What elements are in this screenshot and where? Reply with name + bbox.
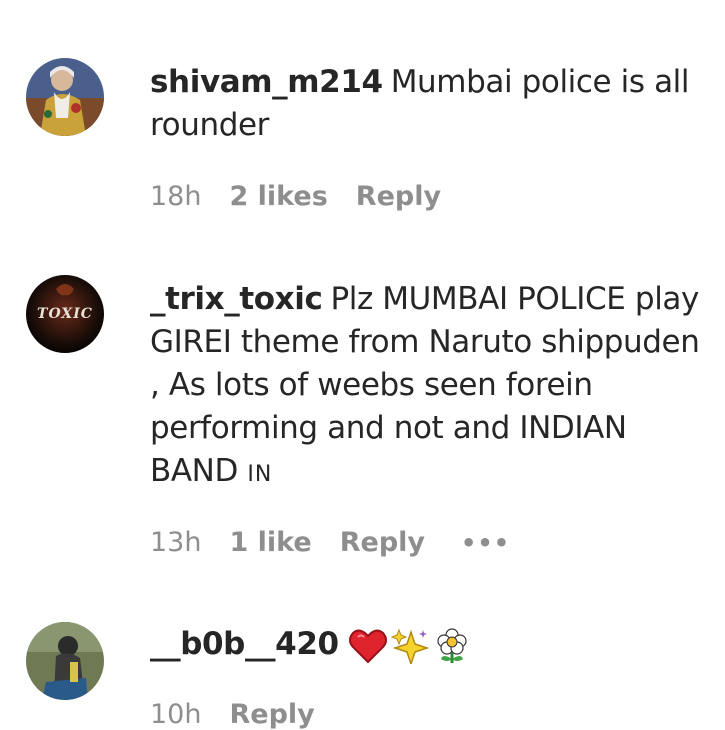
comment-body: __b0b__420 bbox=[150, 623, 710, 666]
comment-username[interactable]: _trix_toxic bbox=[150, 281, 323, 317]
comment-likes[interactable]: 1 like bbox=[229, 527, 311, 558]
avatar[interactable] bbox=[26, 622, 104, 700]
comment-body: shivam_m214 Mumbai police is all rounder bbox=[150, 61, 710, 147]
comment-meta: 10h Reply bbox=[150, 699, 315, 730]
avatar-image: TOXIC bbox=[26, 275, 104, 353]
comment-meta: 13h 1 like Reply ••• bbox=[150, 527, 510, 558]
reply-button[interactable]: Reply bbox=[229, 699, 314, 730]
avatar[interactable] bbox=[26, 58, 104, 136]
avatar-image bbox=[26, 58, 104, 136]
comment-emojis bbox=[348, 627, 471, 665]
avatar-image bbox=[26, 622, 104, 700]
comment-body: _trix_toxic Plz MUMBAI POLICE play GIREI … bbox=[150, 278, 710, 496]
avatar[interactable]: TOXIC bbox=[26, 275, 104, 353]
india-flag-icon: IN bbox=[247, 462, 273, 487]
reply-button[interactable]: Reply bbox=[340, 527, 425, 558]
comment-username[interactable]: __b0b__420 bbox=[150, 626, 339, 662]
comment-time[interactable]: 18h bbox=[150, 181, 201, 212]
comment-likes[interactable]: 2 likes bbox=[229, 181, 327, 212]
red-heart-icon bbox=[348, 629, 387, 663]
reply-button[interactable]: Reply bbox=[356, 181, 441, 212]
flower-icon bbox=[437, 627, 467, 663]
comment-username[interactable]: shivam_m214 bbox=[150, 64, 383, 100]
more-options-icon[interactable]: ••• bbox=[461, 529, 510, 557]
comment-meta: 18h 2 likes Reply bbox=[150, 181, 441, 212]
sparkles-icon bbox=[390, 628, 429, 664]
comment-time[interactable]: 13h bbox=[150, 527, 201, 558]
comment-time[interactable]: 10h bbox=[150, 699, 201, 730]
avatar-logo-text: TOXIC bbox=[37, 306, 93, 322]
